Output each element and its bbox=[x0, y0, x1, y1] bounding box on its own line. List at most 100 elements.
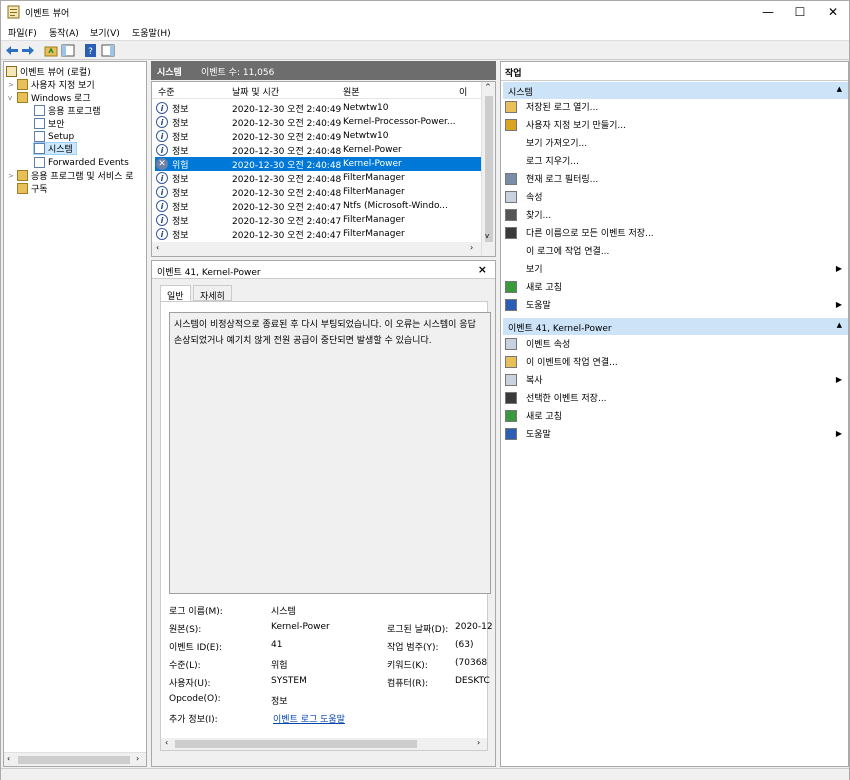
scroll-down-icon[interactable]: v bbox=[485, 232, 489, 240]
folder-icon bbox=[17, 92, 28, 103]
event-row[interactable]: i 정보 2020-12-30 오전 2:40:48 FilterManager bbox=[155, 171, 481, 185]
scroll-right-icon[interactable]: › bbox=[470, 243, 473, 252]
action-item[interactable]: 보기 ▶ bbox=[505, 261, 845, 276]
column-header-level[interactable]: 수준 bbox=[158, 85, 175, 98]
show-hide-tree-icon[interactable] bbox=[61, 44, 75, 57]
action-item[interactable]: 도움말 ▶ bbox=[505, 426, 845, 441]
scroll-left-icon[interactable]: ‹ bbox=[7, 754, 10, 763]
action-item[interactable]: 이벤트 속성 bbox=[505, 336, 845, 351]
column-header-extra[interactable]: 이 bbox=[459, 85, 467, 98]
action-item[interactable]: 저장된 로그 열기... bbox=[505, 99, 845, 114]
event-row[interactable]: i 정보 2020-12-30 오전 2:40:49 Netwtw10 bbox=[155, 129, 481, 143]
column-header-source[interactable]: 원본 bbox=[343, 85, 360, 98]
action-item[interactable]: 도움말 ▶ bbox=[505, 297, 845, 312]
event-log-help-link[interactable]: 이벤트 로그 도움말 bbox=[273, 712, 345, 725]
action-item[interactable]: 새로 고침 bbox=[505, 279, 845, 294]
event-description[interactable]: 시스템이 비정상적으로 종료된 후 다시 부팅되었습니다. 이 오류는 시스템이… bbox=[169, 312, 491, 594]
tab-details[interactable]: 자세히 bbox=[193, 285, 232, 302]
action-item[interactable]: 선택한 이벤트 저장... bbox=[505, 390, 845, 405]
action-label: 새로 고침 bbox=[526, 412, 562, 422]
scroll-right-icon[interactable]: › bbox=[477, 738, 480, 747]
tree-item-subscriptions[interactable]: 구독 bbox=[17, 182, 48, 195]
tree-item-forwarded-events[interactable]: Forwarded Events bbox=[34, 156, 129, 169]
action-item[interactable]: 로그 지우기... bbox=[505, 153, 845, 168]
action-item[interactable]: 보기 가져오기... bbox=[505, 135, 845, 150]
action-item[interactable]: 이 이벤트에 작업 연결... bbox=[505, 354, 845, 369]
tab-general[interactable]: 일반 bbox=[160, 285, 191, 302]
event-row[interactable]: i 정보 2020-12-30 오전 2:40:49 Netwtw10 bbox=[155, 101, 481, 115]
event-source: Kernel-Power bbox=[343, 159, 402, 169]
event-date: 2020-12-30 오전 2:40:48 bbox=[232, 160, 342, 171]
menu-action[interactable]: 동작(A) bbox=[49, 26, 79, 39]
tree-horizontal-scrollbar[interactable]: ‹ › bbox=[4, 752, 146, 766]
tree-item-security[interactable]: 보안 bbox=[34, 117, 65, 130]
tree-item-system[interactable]: 시스템 bbox=[33, 142, 77, 155]
blank-icon bbox=[505, 263, 517, 275]
close-detail-button[interactable]: × bbox=[478, 263, 487, 276]
maximize-button[interactable]: ☐ bbox=[783, 1, 817, 23]
actions-section-system[interactable]: 시스템 ▲ bbox=[503, 82, 848, 99]
scroll-left-icon[interactable]: ‹ bbox=[165, 738, 168, 747]
collapse-section-icon[interactable]: ▲ bbox=[837, 85, 842, 93]
help-icon bbox=[505, 427, 517, 440]
detail-horizontal-scrollbar[interactable]: ‹ › bbox=[161, 738, 487, 750]
menu-help[interactable]: 도움말(H) bbox=[132, 26, 171, 39]
event-row[interactable]: i 정보 2020-12-30 오전 2:40:47 FilterManager bbox=[155, 227, 481, 241]
tree-item-apps-services[interactable]: > 응용 프로그램 및 서비스 로 bbox=[8, 169, 134, 182]
action-item[interactable]: 현재 로그 필터링... bbox=[505, 171, 845, 186]
event-level: 정보 bbox=[172, 174, 189, 185]
event-list-horizontal-scrollbar[interactable]: ‹ › bbox=[152, 242, 481, 256]
back-arrow-icon[interactable] bbox=[5, 44, 19, 57]
event-source: FilterManager bbox=[343, 215, 405, 225]
info-icon: i bbox=[156, 228, 168, 240]
refresh-icon bbox=[505, 280, 517, 293]
actions-section-event[interactable]: 이벤트 41, Kernel-Power ▲ bbox=[503, 318, 848, 335]
tree-item-custom-views[interactable]: > 사용자 지정 보기 bbox=[8, 78, 95, 91]
tree-item-windows-logs[interactable]: v Windows 로그 bbox=[8, 91, 91, 104]
action-item[interactable]: 복사 ▶ bbox=[505, 372, 845, 387]
folder-up-icon[interactable] bbox=[44, 44, 58, 57]
expand-arrow-icon[interactable]: > bbox=[8, 81, 17, 89]
event-row[interactable]: i 정보 2020-12-30 오전 2:40:47 FilterManager bbox=[155, 213, 481, 227]
show-action-pane-icon[interactable] bbox=[101, 44, 115, 57]
menu-file[interactable]: 파일(F) bbox=[8, 26, 37, 39]
scroll-thumb[interactable] bbox=[485, 96, 493, 242]
submenu-arrow-icon: ▶ bbox=[835, 300, 842, 309]
close-window-button[interactable]: ✕ bbox=[816, 1, 850, 23]
navigation-tree: 이벤트 뷰어 (로컬) > 사용자 지정 보기 v Windows 로그 응용 … bbox=[3, 61, 147, 767]
action-label: 이 이벤트에 작업 연결... bbox=[526, 358, 618, 368]
event-row[interactable]: i 정보 2020-12-30 오전 2:40:48 Kernel-Power bbox=[155, 143, 481, 157]
action-item[interactable]: 다른 이름으로 모든 이벤트 저장... bbox=[505, 225, 845, 240]
column-header-date[interactable]: 날짜 및 시간 bbox=[232, 85, 279, 98]
info-icon: i bbox=[156, 116, 168, 128]
event-row[interactable]: i 정보 2020-12-30 오전 2:40:48 FilterManager bbox=[155, 185, 481, 199]
action-item[interactable]: 새로 고침 bbox=[505, 408, 845, 423]
event-list-vertical-scrollbar[interactable]: ^ v bbox=[481, 82, 495, 256]
minimize-button[interactable]: — bbox=[751, 1, 785, 23]
blank-icon bbox=[505, 137, 517, 149]
event-viewer-icon bbox=[6, 66, 17, 77]
event-id-value: 41 bbox=[271, 640, 283, 650]
help-icon[interactable]: ? bbox=[84, 44, 98, 57]
collapse-arrow-icon[interactable]: v bbox=[8, 94, 17, 102]
scroll-thumb[interactable] bbox=[18, 756, 130, 764]
collapse-section-icon[interactable]: ▲ bbox=[837, 321, 842, 329]
event-row[interactable]: ✕ 위험 2020-12-30 오전 2:40:48 Kernel-Power bbox=[155, 157, 481, 171]
tree-item-root[interactable]: 이벤트 뷰어 (로컬) bbox=[6, 65, 91, 78]
tree-item-application[interactable]: 응용 프로그램 bbox=[34, 104, 101, 117]
action-item[interactable]: 이 로그에 작업 연결... bbox=[505, 243, 845, 258]
scroll-left-icon[interactable]: ‹ bbox=[156, 243, 159, 252]
menu-view[interactable]: 보기(V) bbox=[90, 26, 120, 39]
scroll-thumb[interactable] bbox=[175, 740, 417, 748]
action-item[interactable]: 속성 bbox=[505, 189, 845, 204]
event-row[interactable]: i 정보 2020-12-30 오전 2:40:47 Ntfs (Microsoft-… bbox=[155, 199, 481, 213]
event-viewer-window: 이벤트 뷰어 — ☐ ✕ 파일(F) 동작(A) 보기(V) 도움말(H) ? … bbox=[0, 0, 850, 780]
scroll-up-icon[interactable]: ^ bbox=[485, 83, 491, 91]
event-row[interactable]: i 정보 2020-12-30 오전 2:40:49 Kernel-Processor… bbox=[155, 115, 481, 129]
logged-label: 로그된 날짜(D): bbox=[387, 625, 449, 635]
expand-arrow-icon[interactable]: > bbox=[8, 172, 17, 180]
action-item[interactable]: 사용자 지정 보기 만들기... bbox=[505, 117, 845, 132]
forward-arrow-icon[interactable] bbox=[21, 44, 35, 57]
action-item[interactable]: 찾기... bbox=[505, 207, 845, 222]
scroll-right-icon[interactable]: › bbox=[136, 754, 139, 763]
